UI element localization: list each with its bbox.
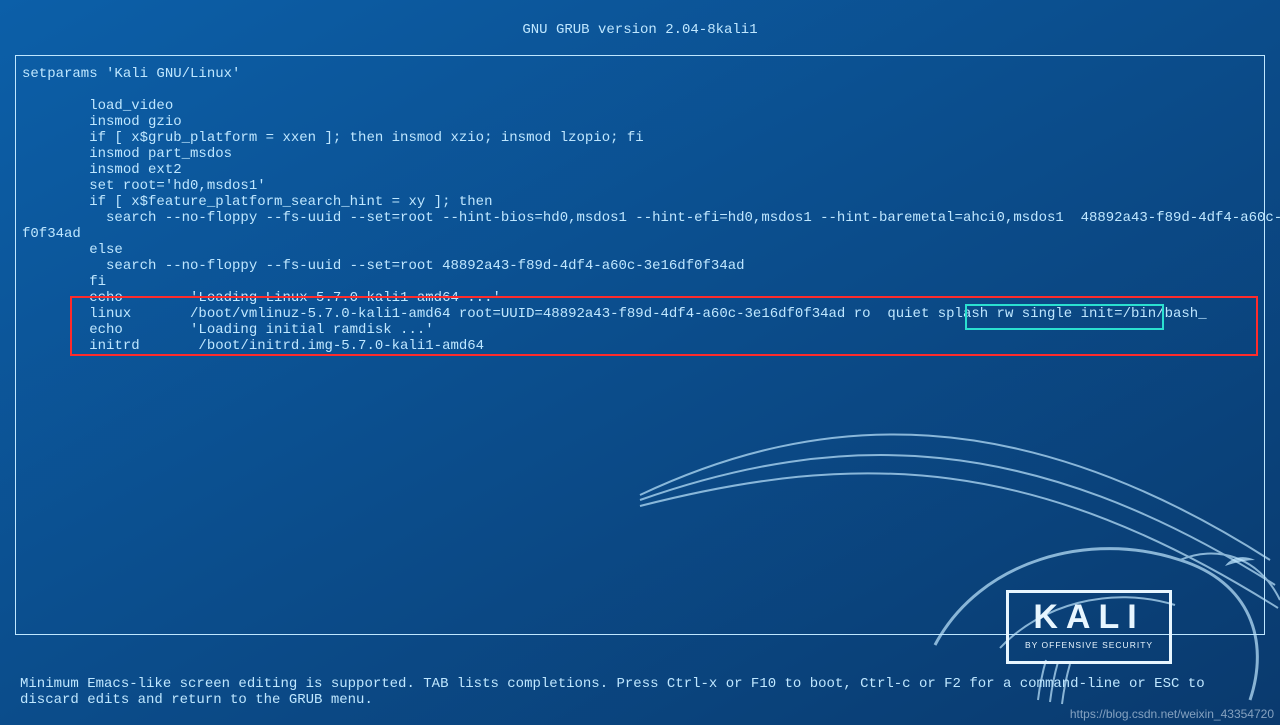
kali-logo-badge: KALI BY OFFENSIVE SECURITY: [1006, 590, 1172, 664]
grub-title: GNU GRUB version 2.04-8kali1: [0, 22, 1280, 38]
watermark-url: https://blog.csdn.net/weixin_43354720: [1070, 707, 1274, 721]
grub-editor-content[interactable]: setparams 'Kali GNU/Linux' load_video in…: [22, 66, 1258, 354]
kali-logo-subtitle: BY OFFENSIVE SECURITY: [1025, 637, 1153, 653]
grub-help-text: Minimum Emacs-like screen editing is sup…: [20, 676, 1260, 708]
kali-logo-text: KALI: [1025, 599, 1153, 635]
grub-editor[interactable]: setparams 'Kali GNU/Linux' load_video in…: [15, 55, 1265, 635]
